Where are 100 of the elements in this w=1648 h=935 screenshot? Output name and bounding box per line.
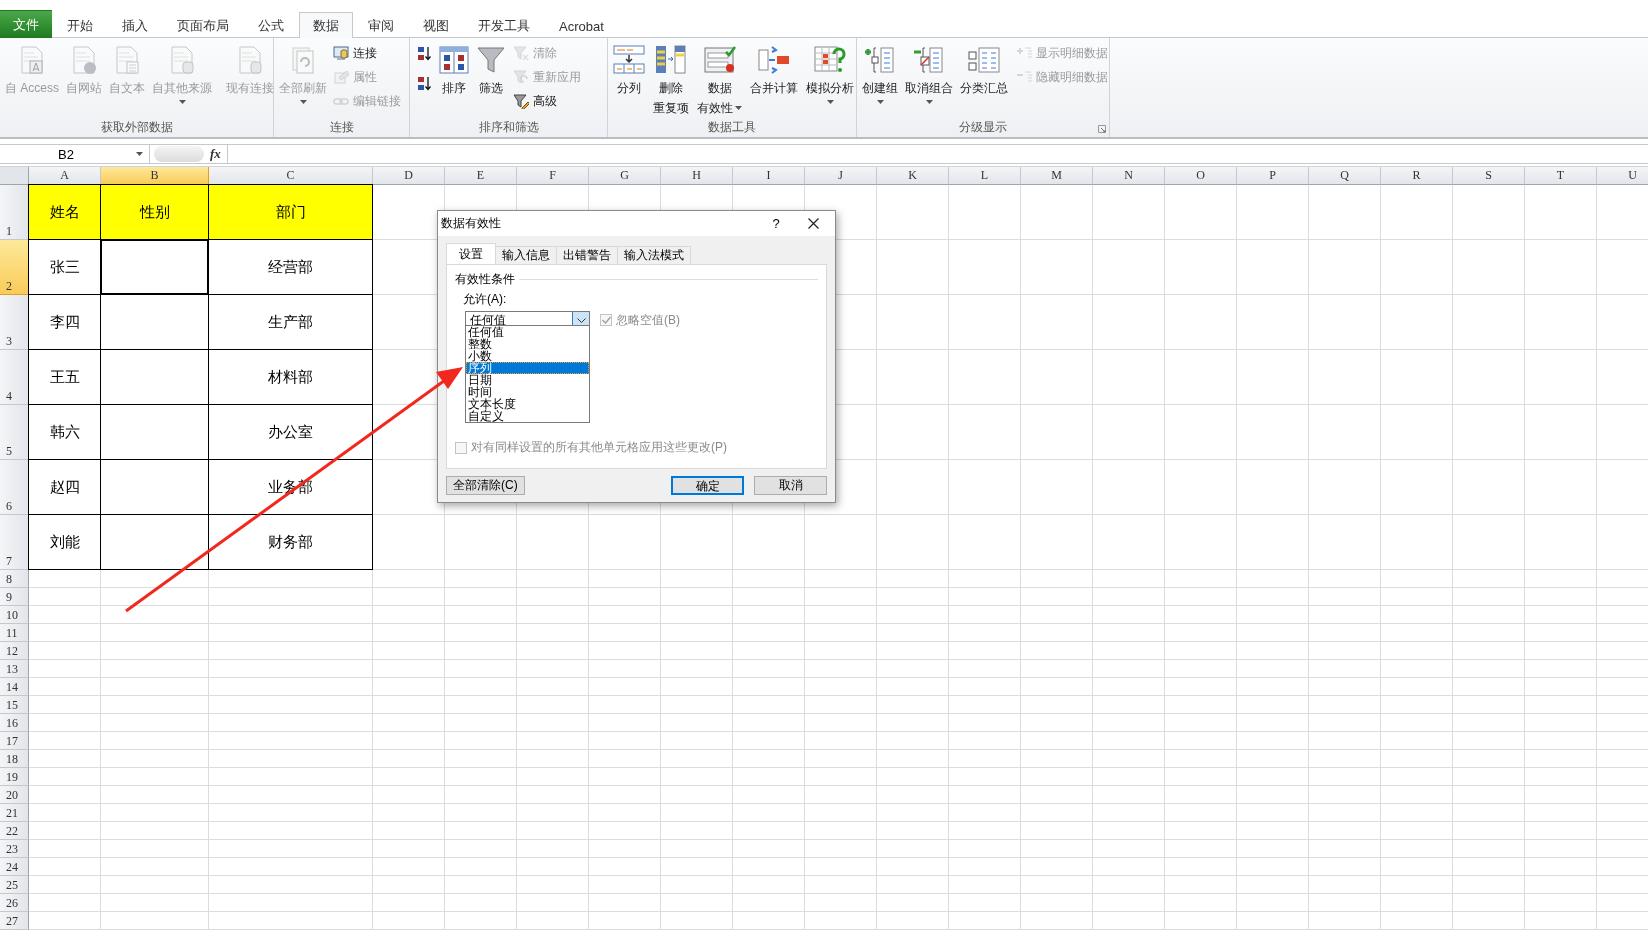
row-header[interactable]: 18: [0, 750, 29, 768]
row-header[interactable]: 22: [0, 822, 29, 840]
ribbon-tab[interactable]: 审阅: [354, 13, 408, 38]
row-header[interactable]: 8: [0, 570, 29, 588]
row-header[interactable]: 4: [0, 350, 29, 405]
column-header[interactable]: T: [1525, 167, 1597, 185]
dialog-tab[interactable]: 输入法模式: [617, 246, 691, 264]
row-header[interactable]: 1: [0, 185, 29, 240]
ribbon-button[interactable]: 模拟分析: [804, 42, 856, 118]
column-header[interactable]: Q: [1309, 167, 1381, 185]
clear-all-button[interactable]: 全部清除(C): [446, 476, 525, 495]
table-cell: 财务部: [208, 514, 373, 570]
row-header[interactable]: 5: [0, 405, 29, 460]
column-header[interactable]: H: [661, 167, 733, 185]
column-header[interactable]: P: [1237, 167, 1309, 185]
column-header[interactable]: E: [445, 167, 517, 185]
row-header[interactable]: 23: [0, 840, 29, 858]
table-cell: 韩六: [28, 404, 101, 460]
caret-icon: [136, 152, 143, 156]
ribbon-tab[interactable]: 页面布局: [163, 13, 243, 38]
column-header[interactable]: L: [949, 167, 1021, 185]
row-header[interactable]: 14: [0, 678, 29, 696]
cancel-button[interactable]: 取消: [754, 476, 827, 495]
dropdown-option[interactable]: 日期: [466, 374, 589, 386]
column-header[interactable]: O: [1165, 167, 1237, 185]
dropdown-option[interactable]: 序列: [466, 362, 589, 374]
ribbon-tab[interactable]: 公式: [244, 13, 298, 38]
dropdown-option[interactable]: 小数: [466, 350, 589, 362]
form-check-icon: [703, 44, 736, 76]
row-header[interactable]: 25: [0, 876, 29, 894]
ribbon-button[interactable]: 数据 有效性: [695, 42, 744, 118]
row-header[interactable]: 17: [0, 732, 29, 750]
row-header[interactable]: 11: [0, 624, 29, 642]
select-all-button[interactable]: [0, 167, 29, 185]
ribbon-group-label: 连接: [328, 119, 355, 136]
row-header[interactable]: 20: [0, 786, 29, 804]
group-rows-icon: [864, 44, 896, 76]
ribbon-button[interactable]: 高级: [510, 90, 584, 112]
row-header[interactable]: 15: [0, 696, 29, 714]
ribbon-tab[interactable]: 插入: [108, 13, 162, 38]
column-header[interactable]: G: [589, 167, 661, 185]
row-header[interactable]: 3: [0, 295, 29, 350]
dialog-tab[interactable]: 设置: [446, 243, 496, 264]
dropdown-option[interactable]: 时间: [466, 386, 589, 398]
column-header[interactable]: A: [29, 167, 101, 185]
help-button[interactable]: ?: [761, 215, 791, 232]
dropdown-option[interactable]: 整数: [466, 338, 589, 350]
row-header[interactable]: 24: [0, 858, 29, 876]
file-tab[interactable]: 文件: [0, 10, 52, 38]
ribbon-button[interactable]: 筛选: [473, 42, 509, 118]
ribbon-button[interactable]: 连接: [330, 42, 404, 64]
row-header[interactable]: 7: [0, 515, 29, 570]
row-header[interactable]: 16: [0, 714, 29, 732]
name-box[interactable]: B2: [0, 145, 150, 163]
column-header[interactable]: B: [101, 167, 209, 185]
ribbon-button[interactable]: 分类汇总: [958, 42, 1010, 118]
column-header[interactable]: J: [805, 167, 877, 185]
column-header[interactable]: S: [1453, 167, 1525, 185]
dropdown-option[interactable]: 自定义: [466, 410, 589, 422]
column-header[interactable]: D: [373, 167, 445, 185]
row-header[interactable]: 9: [0, 588, 29, 606]
row-header[interactable]: 12: [0, 642, 29, 660]
insert-function-button[interactable]: fx: [204, 146, 227, 162]
row-header[interactable]: 27: [0, 912, 29, 930]
column-header[interactable]: M: [1021, 167, 1093, 185]
ribbon-button[interactable]: 创建组: [860, 42, 900, 118]
row-header[interactable]: 10: [0, 606, 29, 624]
column-header[interactable]: F: [517, 167, 589, 185]
ok-button[interactable]: 确定: [671, 476, 744, 495]
column-header[interactable]: R: [1381, 167, 1453, 185]
ribbon-tab[interactable]: 开始: [53, 13, 107, 38]
dialog-launcher-icon[interactable]: [1098, 125, 1106, 133]
formula-bar-handle[interactable]: [154, 146, 204, 162]
ribbon-tab[interactable]: 数据: [299, 12, 353, 38]
column-header[interactable]: K: [877, 167, 949, 185]
ribbon-tab[interactable]: 视图: [409, 13, 463, 38]
row-header[interactable]: 26: [0, 894, 29, 912]
ribbon-button[interactable]: 分列: [611, 42, 647, 118]
row-header[interactable]: 21: [0, 804, 29, 822]
dropdown-option[interactable]: 文本长度: [466, 398, 589, 410]
column-header[interactable]: I: [733, 167, 805, 185]
close-icon[interactable]: [807, 218, 819, 229]
ribbon-button[interactable]: 排序: [436, 42, 472, 118]
column-header[interactable]: C: [209, 167, 373, 185]
column-header[interactable]: U: [1597, 167, 1648, 185]
properties-icon: [333, 69, 349, 85]
dialog-tab[interactable]: 输入信息: [495, 246, 557, 264]
dropdown-option[interactable]: 任何值: [466, 326, 589, 338]
column-header[interactable]: N: [1093, 167, 1165, 185]
ribbon-button[interactable]: 合并计算: [748, 42, 800, 118]
ribbon-button[interactable]: 取消组合: [903, 42, 955, 118]
dialog-tab[interactable]: 出错警告: [556, 246, 618, 264]
ribbon-button[interactable]: 删除 重复项: [651, 42, 691, 118]
row-header[interactable]: 19: [0, 768, 29, 786]
check-icon: [601, 316, 611, 324]
ribbon-tab[interactable]: Acrobat: [545, 13, 618, 38]
row-header[interactable]: 2: [0, 240, 29, 295]
row-header[interactable]: 13: [0, 660, 29, 678]
row-header[interactable]: 6: [0, 460, 29, 515]
ribbon-tab[interactable]: 开发工具: [464, 13, 544, 38]
